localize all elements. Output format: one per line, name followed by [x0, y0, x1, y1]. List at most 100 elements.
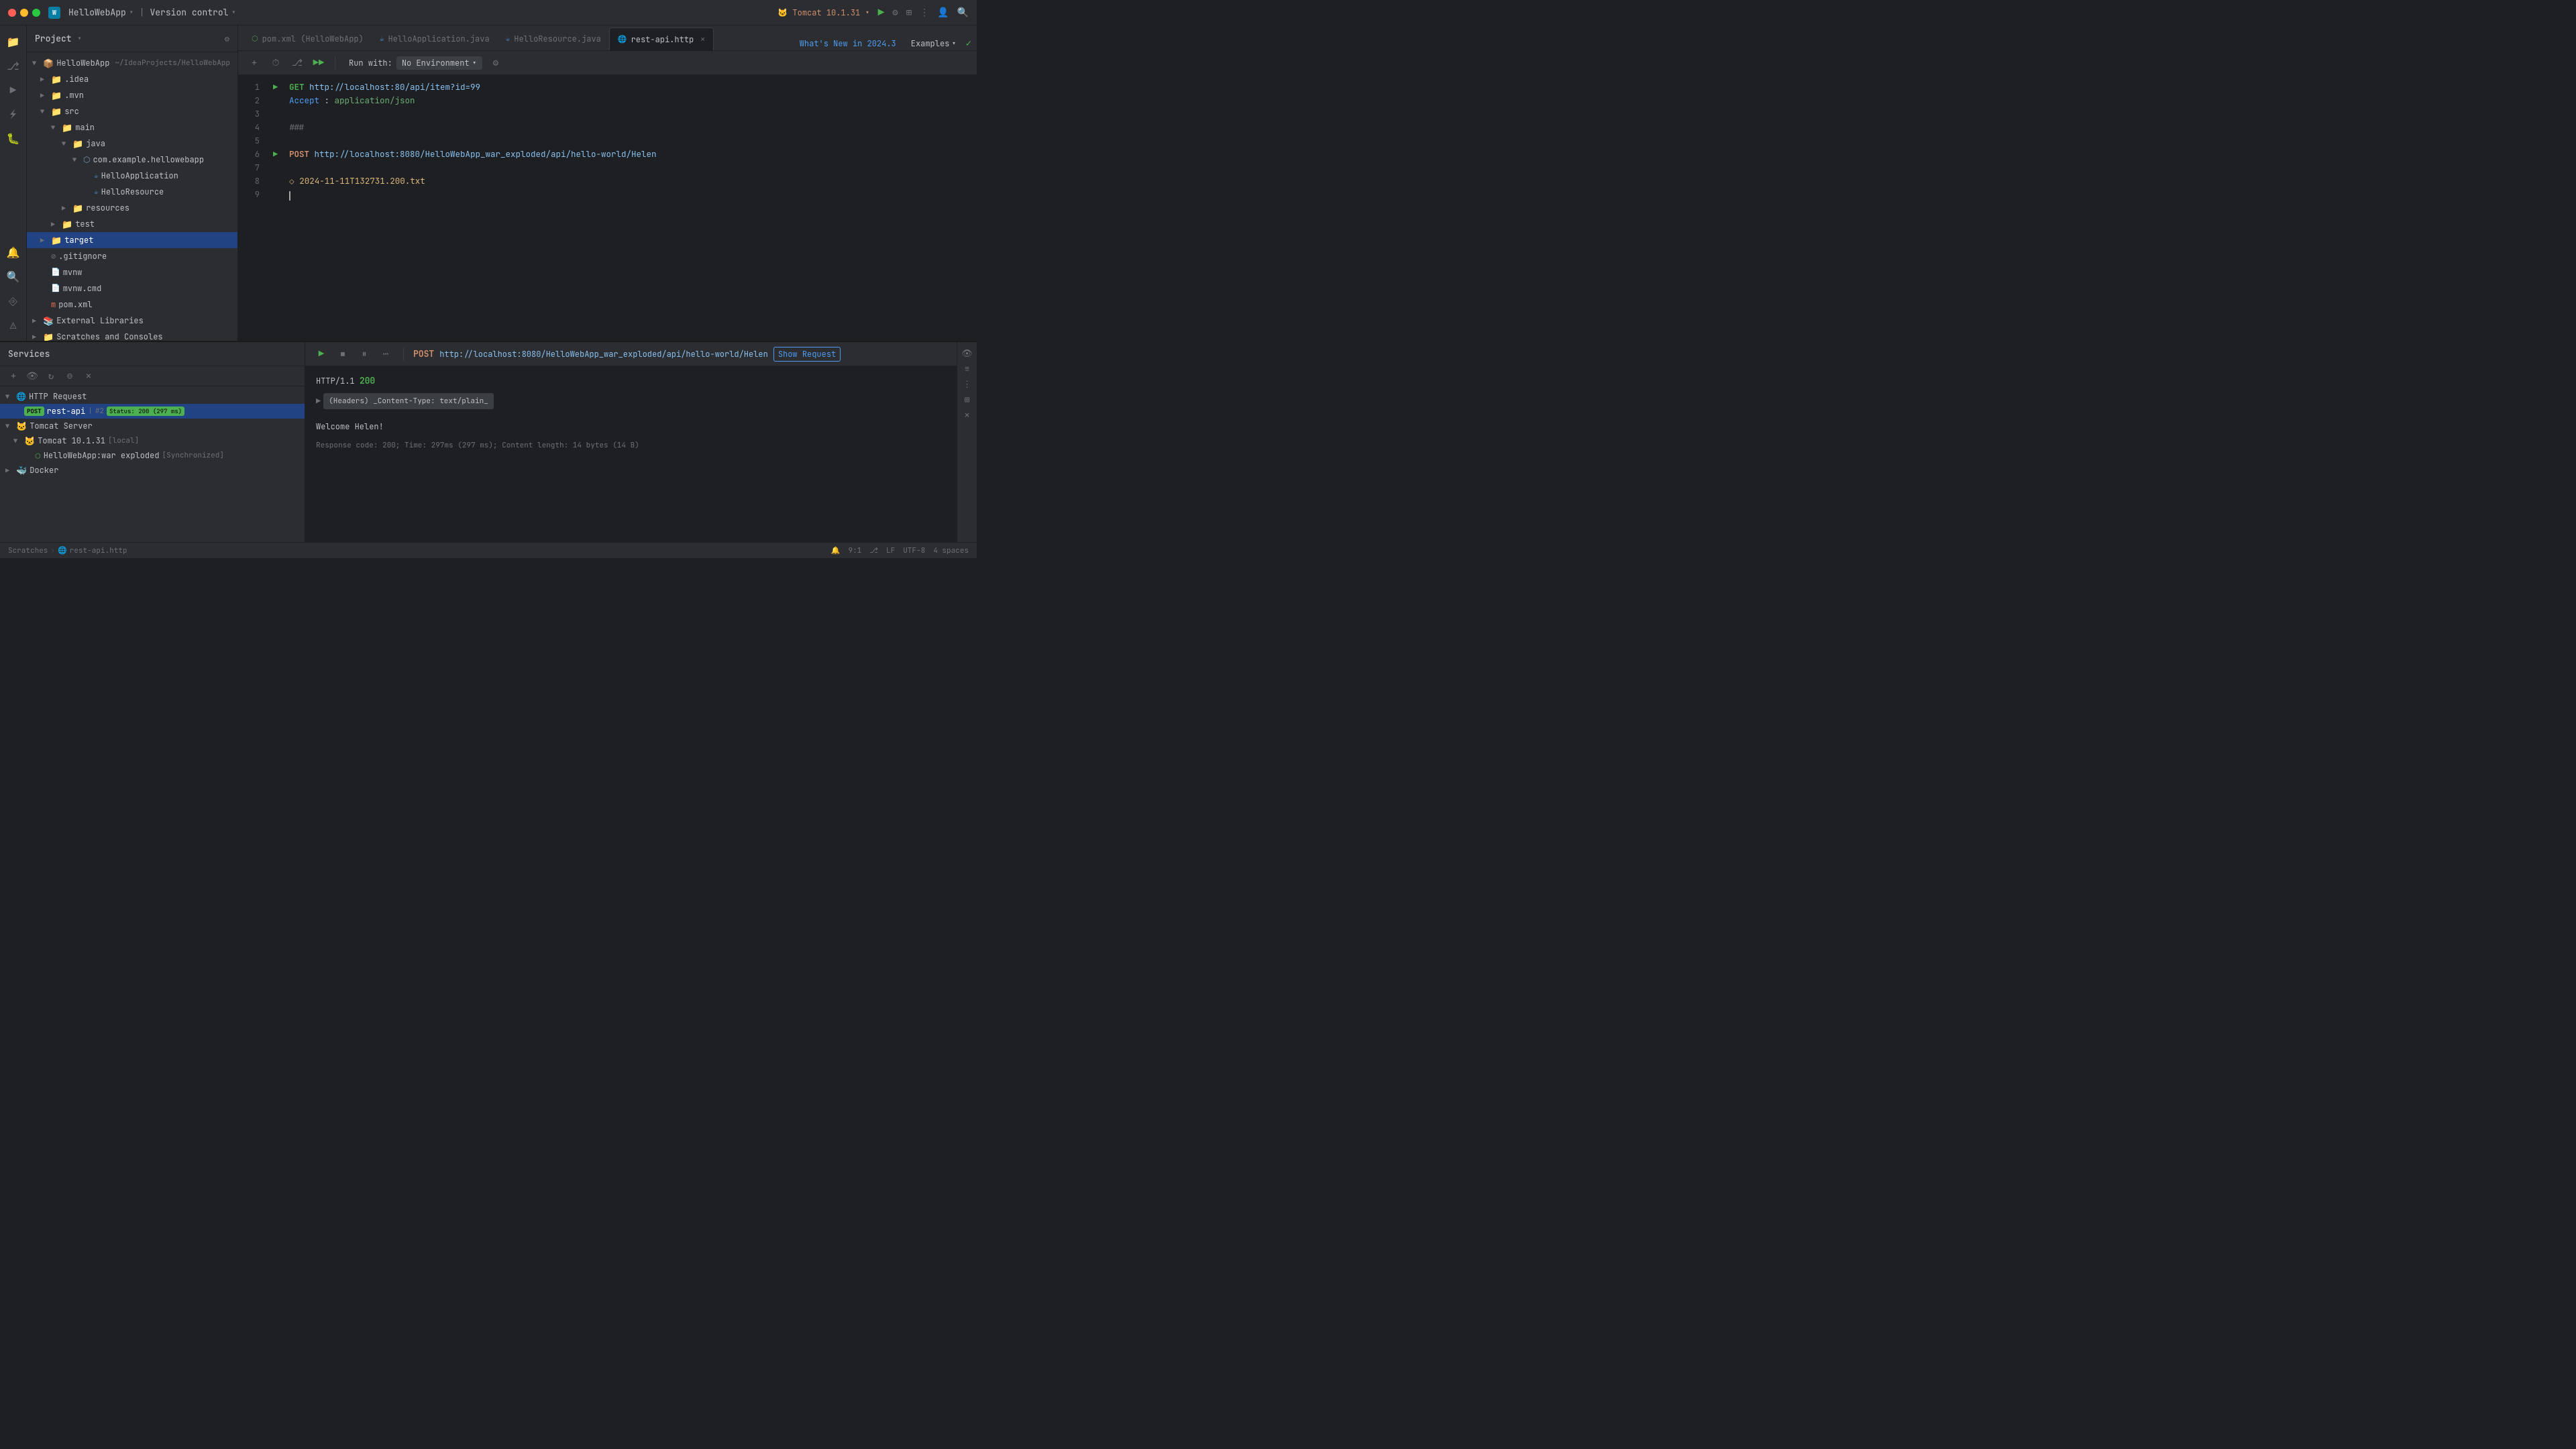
- run-gutter-6[interactable]: ▶: [273, 148, 284, 161]
- status-badge: Status: 200 (297 ms): [107, 407, 184, 416]
- project-gear-icon[interactable]: ⚙: [225, 34, 229, 44]
- status-encoding[interactable]: UTF-8: [903, 546, 925, 555]
- tab-hello-res[interactable]: ☕ HelloResource.java: [498, 28, 609, 50]
- response-pause-button[interactable]: ⏸: [356, 346, 372, 362]
- gutter-lines-icon[interactable]: ⋮: [963, 378, 971, 390]
- run-all-button[interactable]: ▶▶: [311, 55, 327, 71]
- services-rest-api[interactable]: ▶ POST rest-api | #2 Status: 200 (297 ms…: [0, 404, 305, 419]
- search-icon[interactable]: 🔍: [957, 7, 969, 19]
- env-settings-button[interactable]: ⚙: [488, 55, 504, 71]
- xml-icon: ⬡: [252, 34, 258, 44]
- services-add-button[interactable]: +: [5, 368, 21, 384]
- file-ref-icon: ⬦: [289, 177, 294, 186]
- tree-item-mvnw-cmd[interactable]: ▶ 📄 mvnw.cmd: [27, 280, 237, 297]
- tree-item-test[interactable]: ▶ 📁 test: [27, 216, 237, 232]
- services-tomcat-instance[interactable]: ▼ 🐱 Tomcat 10.1.31 [local]: [0, 433, 305, 448]
- tree-item-package[interactable]: ▼ ⬡ com.example.hellowebapp: [27, 152, 237, 168]
- tree-item-hellowebapp[interactable]: ▼ 📦 HelloWebApp ~/IdeaProjects/HelloWebA…: [27, 55, 237, 71]
- services-http-group[interactable]: ▼ 🌐 HTTP Request: [0, 389, 305, 404]
- add-button[interactable]: +: [246, 55, 262, 71]
- maximize-button[interactable]: [32, 9, 40, 17]
- chevron-icon: ▼: [5, 392, 12, 401]
- services-docker[interactable]: ▶ 🐳 Docker: [0, 463, 305, 478]
- tab-rest-api[interactable]: 🌐 rest-api.http ✕: [609, 28, 714, 50]
- tree-item-main[interactable]: ▼ 📁 main: [27, 119, 237, 136]
- sidebar-project-icon[interactable]: 📁: [3, 31, 24, 52]
- tree-item-target[interactable]: ▶ 📁 target: [27, 232, 237, 248]
- structure-button[interactable]: ⎇: [289, 55, 305, 71]
- show-request-button[interactable]: Show Request: [773, 347, 841, 362]
- response-run-button[interactable]: ▶: [313, 346, 329, 362]
- run-gutter-1[interactable]: ▶: [273, 80, 284, 94]
- sidebar-notifications-icon[interactable]: 🔔: [3, 241, 24, 263]
- code-editor[interactable]: ▶ GET http://localhost:80/api/item?id=99…: [265, 75, 969, 341]
- response-more-button[interactable]: ⋯: [378, 346, 394, 362]
- status-notifications[interactable]: 🔔: [831, 546, 841, 555]
- tree-item-resources[interactable]: ▶ 📁 resources: [27, 200, 237, 216]
- tree-item-src[interactable]: ▼ 📁 src: [27, 103, 237, 119]
- services-eye-button[interactable]: 👁: [24, 368, 40, 384]
- folder-icon: 📁: [51, 90, 62, 101]
- layout-icon[interactable]: ⊞: [906, 7, 912, 19]
- status-line-ending[interactable]: LF: [886, 546, 895, 555]
- app-logo: W: [48, 7, 60, 19]
- tab-hello-app[interactable]: ☕ HelloApplication.java: [372, 28, 498, 50]
- settings-icon[interactable]: ⚙: [892, 7, 898, 19]
- history-button[interactable]: ⏱: [268, 55, 284, 71]
- tree-item-hello-res[interactable]: ▶ ☕ HelloResource: [27, 184, 237, 200]
- services-collapse-button[interactable]: ⊖: [62, 368, 78, 384]
- tree-item-gitignore[interactable]: ▶ ⊘ .gitignore: [27, 248, 237, 264]
- gutter-list-icon[interactable]: ≡: [965, 363, 970, 374]
- breadcrumb-root[interactable]: Scratches: [8, 546, 48, 555]
- gutter-eye-icon[interactable]: 👁: [961, 347, 973, 359]
- tab-close-button[interactable]: ✕: [700, 35, 705, 44]
- breadcrumb-file[interactable]: rest-api.http: [70, 546, 127, 555]
- app-title[interactable]: HelloWebApp ▾ | Version control ▾: [68, 7, 236, 18]
- services-refresh-button[interactable]: ↻: [43, 368, 59, 384]
- whats-new-button[interactable]: What's New in 2024.3: [794, 37, 902, 50]
- tree-item-mvn[interactable]: ▶ 📁 .mvn: [27, 87, 237, 103]
- run-button-1[interactable]: ▶: [273, 82, 278, 93]
- tomcat-status[interactable]: 🐱 Tomcat 10.1.31 ▾: [777, 7, 869, 18]
- response-stop-button[interactable]: ⏹: [335, 346, 351, 362]
- code-line-9: [273, 189, 961, 202]
- chevron-icon: ▶: [40, 75, 47, 84]
- close-button[interactable]: [8, 9, 16, 17]
- services-close-button[interactable]: ✕: [80, 368, 97, 384]
- tree-item-pom[interactable]: ▶ m pom.xml: [27, 297, 237, 313]
- services-war[interactable]: ▶ ⬡ HelloWebApp:war exploded [Synchroniz…: [0, 448, 305, 463]
- tab-pom[interactable]: ⬡ pom.xml (HelloWebApp): [244, 28, 372, 50]
- http-file-icon: 🌐: [618, 35, 627, 44]
- tree-item-hello-app[interactable]: ▶ ☕ HelloApplication: [27, 168, 237, 184]
- sidebar-commit-icon[interactable]: ⎇: [3, 55, 24, 76]
- status-right: 🔔 9:1 ⎇ LF UTF-8 4 spaces: [831, 546, 969, 555]
- java-file-icon: ☕: [380, 34, 384, 44]
- gutter-format-icon[interactable]: ⊞: [965, 394, 970, 405]
- more-icon[interactable]: ⋮: [920, 7, 929, 19]
- gutter-close-icon[interactable]: ✕: [965, 409, 970, 421]
- code-line-2: Accept : application/json: [273, 94, 961, 107]
- examples-button[interactable]: Examples ▾: [907, 37, 961, 50]
- sidebar-vcs-icon[interactable]: ⎆: [3, 290, 24, 311]
- project-title: Project: [35, 33, 72, 44]
- profile-icon[interactable]: 👤: [937, 7, 949, 19]
- sidebar-run-icon[interactable]: ▶: [3, 79, 24, 101]
- env-selector[interactable]: No Environment ▾: [396, 56, 482, 70]
- response-headers-toggle[interactable]: ▶ (Headers) _Content-Type: text/plain_: [316, 393, 946, 409]
- run-button-6[interactable]: ▶: [273, 149, 278, 160]
- post-badge: POST: [24, 407, 44, 416]
- minimize-button[interactable]: [20, 9, 28, 17]
- tree-item-external-libs[interactable]: ▶ 📚 External Libraries: [27, 313, 237, 329]
- tree-item-idea[interactable]: ▶ 📁 .idea: [27, 71, 237, 87]
- tree-item-java[interactable]: ▼ 📁 java: [27, 136, 237, 152]
- sidebar-search-icon[interactable]: 🔍: [3, 266, 24, 287]
- request-separator: |: [88, 407, 93, 416]
- sidebar-services-icon[interactable]: ⚡: [3, 103, 24, 125]
- tree-item-mvnw[interactable]: ▶ 📄 mvnw: [27, 264, 237, 280]
- status-position[interactable]: 9:1: [848, 546, 861, 555]
- sidebar-debug-icon[interactable]: 🐛: [3, 127, 24, 149]
- run-icon[interactable]: ▶: [878, 5, 885, 19]
- tree-item-scratches[interactable]: ▶ 📁 Scratches and Consoles: [27, 329, 237, 341]
- sidebar-problems-icon[interactable]: ⚠: [3, 314, 24, 335]
- services-tomcat-group[interactable]: ▼ 🐱 Tomcat Server: [0, 419, 305, 433]
